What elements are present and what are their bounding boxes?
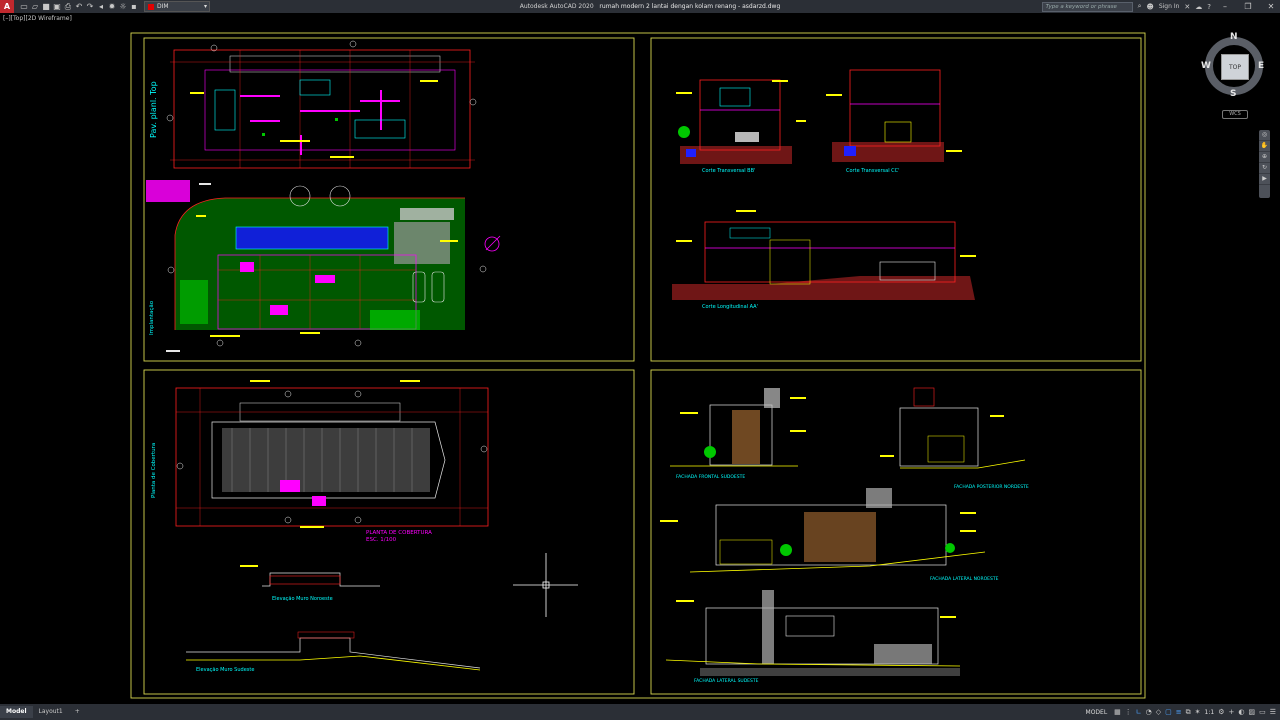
plan-title: Pav. planl. Top xyxy=(149,81,158,138)
cloud-icon[interactable]: ☁ xyxy=(1195,3,1202,11)
facade-lat-sw-title: FACHADA LATERAL SUDESTE xyxy=(694,678,759,684)
section-bb: Corte Transversal BB' xyxy=(676,79,806,174)
print-icon[interactable]: ⎙ xyxy=(64,2,72,11)
isolate-objects-icon[interactable]: ◐ xyxy=(1238,708,1244,716)
zoom-icon[interactable]: ⊕ xyxy=(1259,152,1270,163)
section-cc-title: Corte Transversal CC' xyxy=(846,168,900,174)
layout-tabs: Model Layout1 + xyxy=(0,704,86,720)
minimize-button[interactable]: – xyxy=(1216,2,1234,11)
title-bar: A ▭ ▱ ■ ▣ ⎙ ↶ ↷ ◂ ✹ ☼ ▪ DIM ▾ Autodesk A… xyxy=(0,0,1280,13)
roof-title: Planta de Cobertura xyxy=(151,443,157,498)
roof-label: PLANTA DE COBERTURA xyxy=(366,530,432,536)
title-bar-right: Type a keyword or phrase ⌕ ☻ Sign In ✕ ☁… xyxy=(1041,0,1280,13)
tab-layout1[interactable]: Layout1 xyxy=(33,706,69,718)
section-aa-title: Corte Longitudinal AA' xyxy=(702,304,758,310)
viewport-controls[interactable]: [–][Top][2D Wireframe] xyxy=(3,15,72,22)
customization-menu-icon[interactable]: ☰ xyxy=(1270,708,1276,716)
open-file-icon[interactable]: ▱ xyxy=(31,2,39,11)
layer-name: DIM xyxy=(157,3,169,10)
facade-front: FACHADA FRONTAL SUDOESTE xyxy=(670,388,806,480)
facade-lat-sw: FACHADA LATERAL SUDESTE xyxy=(665,590,961,684)
annotation-visibility-icon[interactable]: ✶ xyxy=(1195,708,1201,716)
save-as-icon[interactable]: ▣ xyxy=(53,2,61,11)
redo-icon[interactable]: ↷ xyxy=(86,2,94,11)
grid-icon[interactable]: ▦ xyxy=(1114,708,1121,716)
restore-button[interactable]: ❐ xyxy=(1239,2,1257,11)
wall-elevations: Elevação Muro Noroeste Elevação Muro Sud… xyxy=(186,565,481,673)
snap-icon[interactable]: ⋮ xyxy=(1125,708,1132,716)
polar-tracking-icon[interactable]: ◔ xyxy=(1146,708,1152,716)
compass-north[interactable]: N xyxy=(1230,32,1238,42)
model-space-button[interactable]: MODEL xyxy=(1083,709,1111,716)
compass-south[interactable]: S xyxy=(1230,89,1236,99)
search-input[interactable]: Type a keyword or phrase xyxy=(1041,1,1133,12)
status-toggles: MODEL ▦ ⋮ ∟ ◔ ◇ ▢ ≡ ⧉ ✶ 1:1 ⚙ + ◐ ▨ ▭ ☰ xyxy=(1083,704,1276,720)
new-file-icon[interactable]: ▭ xyxy=(20,2,28,11)
tab-model[interactable]: Model xyxy=(0,706,33,718)
quick-access-toolbar: ▭ ▱ ■ ▣ ⎙ ↶ ↷ ◂ ✹ ☼ ▪ xyxy=(20,2,138,11)
crosshair-cursor xyxy=(513,553,578,617)
lightbulb-icon[interactable]: ✹ xyxy=(108,2,116,11)
app-name: Autodesk AutoCAD 2020 xyxy=(519,3,594,10)
roof-scale: ESC. 1/100 xyxy=(366,537,397,543)
section-aa: Corte Longitudinal AA' xyxy=(672,210,976,310)
window-title: Autodesk AutoCAD 2020 rumah modern 2 lan… xyxy=(440,3,860,10)
selection-cycling-icon[interactable]: ⧉ xyxy=(1186,708,1191,717)
plus-icon[interactable]: + xyxy=(1228,708,1234,716)
exchange-icon[interactable]: ✕ xyxy=(1184,3,1190,11)
undo-icon[interactable]: ↶ xyxy=(75,2,83,11)
wall-south-title: Elevação Muro Sudeste xyxy=(196,667,254,673)
navigation-bar: ◎ ✋ ⊕ ↻ ▶ xyxy=(1259,130,1270,198)
upper-floor-plan: Pav. planl. Top xyxy=(149,40,477,169)
ortho-icon[interactable]: ∟ xyxy=(1136,708,1142,716)
showmotion-icon[interactable]: ▶ xyxy=(1259,174,1270,185)
lineweight-icon[interactable]: ≡ xyxy=(1176,708,1182,716)
clean-screen-icon[interactable]: ▭ xyxy=(1259,708,1266,716)
gear-icon[interactable]: ⚙ xyxy=(1218,708,1224,716)
facade-lat-ne-title: FACHADA LATERAL NOROESTE xyxy=(930,576,999,582)
drawing-canvas[interactable]: Pav. planl. Top Implantação Corte Transv… xyxy=(0,0,1280,720)
hardware-acceleration-icon[interactable]: ▨ xyxy=(1248,708,1255,716)
facade-lat-ne: FACHADA LATERAL NOROESTE xyxy=(660,488,999,582)
binoculars-icon[interactable]: ⌕ xyxy=(1138,2,1142,11)
compass-west[interactable]: W xyxy=(1201,61,1211,71)
sections: Corte Transversal BB' Corte Transversal … xyxy=(672,69,976,310)
sign-in-link[interactable]: Sign In xyxy=(1159,3,1180,10)
file-name: rumah modern 2 lantai dengan kolam renan… xyxy=(599,3,781,10)
sun-icon[interactable]: ☼ xyxy=(119,2,127,11)
wcs-menu[interactable]: WCS xyxy=(1222,110,1248,119)
status-bar: Model Layout1 + MODEL ▦ ⋮ ∟ ◔ ◇ ▢ ≡ ⧉ ✶ … xyxy=(0,704,1280,720)
orbit-icon[interactable]: ↻ xyxy=(1259,163,1270,174)
steering-wheel-icon[interactable]: ◎ xyxy=(1259,130,1270,141)
facade-rear-title: FACHADA POSTERIOR NORDESTE xyxy=(954,484,1029,490)
application-menu-button[interactable]: A xyxy=(0,0,14,13)
layer-state-icon[interactable]: ▪ xyxy=(130,2,138,11)
share-icon[interactable]: ◂ xyxy=(97,2,105,11)
pan-icon[interactable]: ✋ xyxy=(1259,141,1270,152)
section-bb-title: Corte Transversal BB' xyxy=(702,168,755,174)
chevron-down-icon: ▾ xyxy=(203,3,207,10)
add-layout-icon[interactable]: + xyxy=(69,706,86,718)
help-icon[interactable]: ? xyxy=(1207,3,1211,11)
section-cc: Corte Transversal CC' xyxy=(826,69,962,174)
user-icon[interactable]: ☻ xyxy=(1147,3,1154,11)
close-button[interactable]: ✕ xyxy=(1262,2,1280,11)
roof-plan: Planta de Cobertura PLANTA DE COBERTURA … xyxy=(151,380,489,543)
viewcube-top-face[interactable]: TOP xyxy=(1221,54,1249,80)
layer-dropdown[interactable]: DIM ▾ xyxy=(144,1,210,12)
site-title: Implantação xyxy=(149,300,155,335)
compass-east[interactable]: E xyxy=(1258,61,1264,71)
object-snap-icon[interactable]: ▢ xyxy=(1165,708,1172,716)
annotation-scale[interactable]: 1:1 xyxy=(1205,709,1215,716)
save-icon[interactable]: ■ xyxy=(42,2,50,11)
site-plan: Implantação xyxy=(146,180,501,352)
layer-color-swatch xyxy=(148,3,154,10)
facades: FACHADA FRONTAL SUDOESTE FACHADA POSTERI… xyxy=(660,387,1029,684)
facade-rear: FACHADA POSTERIOR NORDESTE xyxy=(880,387,1029,490)
isodraft-icon[interactable]: ◇ xyxy=(1156,708,1161,716)
wall-north-title: Elevação Muro Noroeste xyxy=(272,596,333,602)
facade-front-title: FACHADA FRONTAL SUDOESTE xyxy=(676,474,745,480)
